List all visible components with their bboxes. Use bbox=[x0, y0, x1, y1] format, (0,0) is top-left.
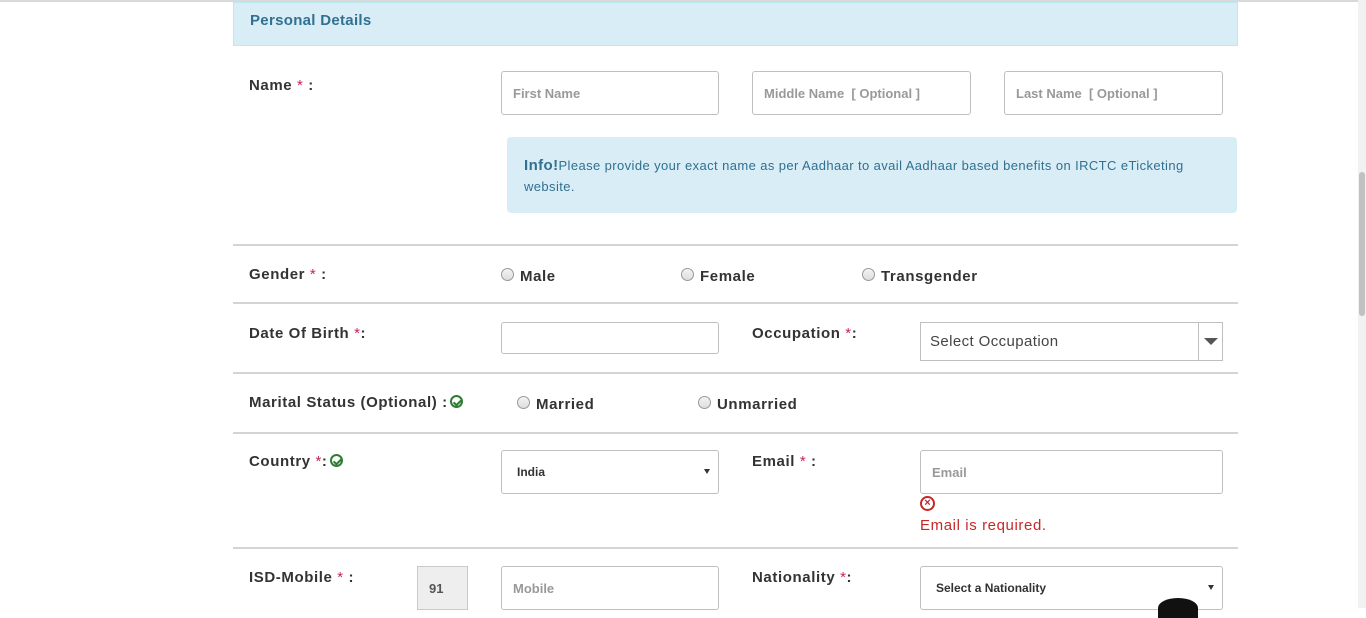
check-circle-icon bbox=[329, 454, 343, 467]
aadhaar-info-alert: Info!Please provide your exact name as p… bbox=[507, 137, 1237, 213]
dob-input[interactable] bbox=[501, 322, 719, 354]
marital-married-radio[interactable]: Married bbox=[517, 396, 594, 413]
middle-name-input[interactable]: Middle Name [ Optional ] bbox=[752, 71, 971, 115]
error-circle-icon: × bbox=[920, 496, 935, 511]
country-label: Country *: bbox=[249, 453, 343, 470]
divider bbox=[233, 432, 1238, 434]
email-input[interactable]: Email bbox=[920, 450, 1223, 494]
gender-transgender-radio[interactable]: Transgender bbox=[862, 268, 978, 285]
name-label: Name * : bbox=[249, 77, 314, 94]
marital-unmarried-radio[interactable]: Unmarried bbox=[698, 396, 797, 413]
gender-label: Gender * : bbox=[249, 266, 327, 283]
divider bbox=[233, 302, 1238, 304]
marital-status-label: Marital Status (Optional) : bbox=[249, 394, 463, 411]
mobile-input[interactable]: Mobile bbox=[501, 566, 719, 610]
radio-circle-icon bbox=[501, 268, 514, 281]
first-name-input[interactable]: First Name bbox=[501, 71, 719, 115]
section-header: Personal Details bbox=[233, 2, 1238, 46]
nationality-label: Nationality *: bbox=[752, 569, 853, 586]
gender-female-radio[interactable]: Female bbox=[681, 268, 755, 285]
divider bbox=[233, 244, 1238, 246]
radio-circle-icon bbox=[698, 396, 711, 409]
scrollbar-thumb[interactable] bbox=[1359, 172, 1365, 316]
nationality-selected: Select a Nationality bbox=[936, 581, 1047, 595]
page-scrollbar[interactable] bbox=[1358, 0, 1366, 608]
last-name-input[interactable]: Last Name [ Optional ] bbox=[1004, 71, 1223, 115]
info-text: Please provide your exact name as per Aa… bbox=[524, 158, 1184, 194]
info-title: Info! bbox=[524, 157, 559, 174]
dropdown-arrow-icon bbox=[1208, 585, 1214, 590]
gender-male-radio[interactable]: Male bbox=[501, 268, 556, 285]
isd-mobile-label: ISD-Mobile * : bbox=[249, 569, 355, 586]
dob-label: Date Of Birth *: bbox=[249, 325, 367, 342]
country-selected: India bbox=[517, 465, 546, 479]
radio-circle-icon bbox=[517, 396, 530, 409]
dropdown-arrow-icon bbox=[704, 469, 710, 474]
divider bbox=[233, 547, 1238, 549]
email-label: Email * : bbox=[752, 453, 817, 470]
isd-code-field: 91 bbox=[417, 566, 468, 610]
country-select[interactable]: India bbox=[501, 450, 719, 494]
check-circle-icon bbox=[449, 395, 463, 408]
radio-circle-icon bbox=[862, 268, 875, 281]
occupation-label: Occupation *: bbox=[752, 325, 858, 342]
occupation-select[interactable]: Select Occupation bbox=[920, 322, 1223, 361]
divider bbox=[233, 372, 1238, 374]
section-title: Personal Details bbox=[250, 12, 372, 29]
caret-down-icon[interactable] bbox=[1198, 323, 1222, 360]
email-error-message: Email is required. bbox=[920, 517, 1047, 534]
occupation-selected: Select Occupation bbox=[930, 333, 1059, 350]
radio-circle-icon bbox=[681, 268, 694, 281]
chat-avatar-icon[interactable] bbox=[1158, 598, 1198, 618]
